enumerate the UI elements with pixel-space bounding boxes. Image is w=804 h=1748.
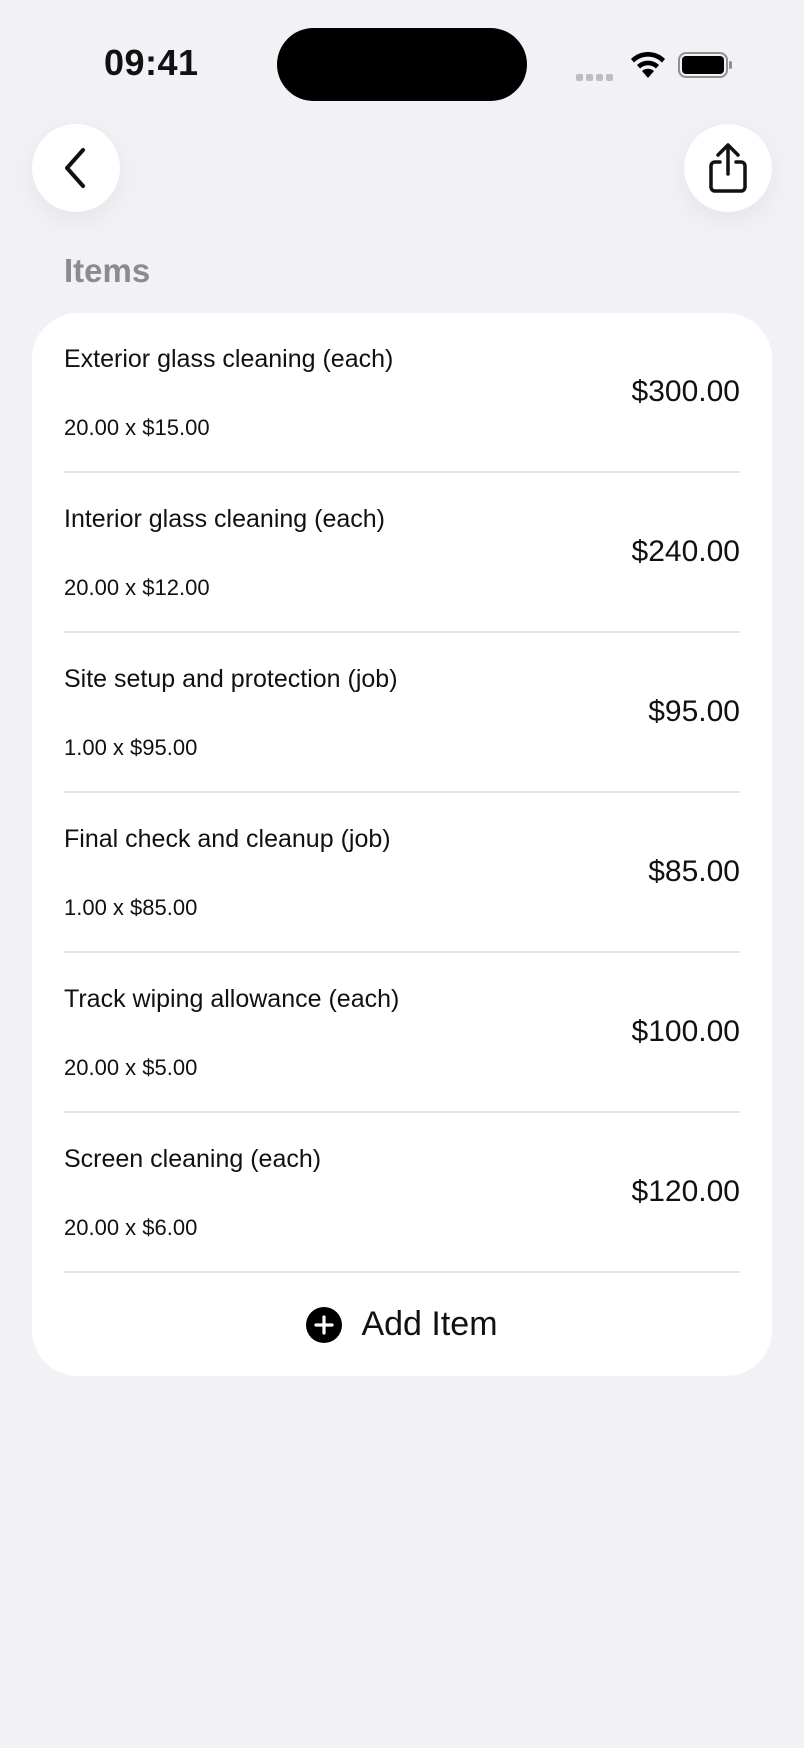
line-item-row[interactable]: Screen cleaning (each) 20.00 x $6.00 $12… bbox=[32, 1113, 772, 1273]
item-name: Site setup and protection (job) bbox=[64, 665, 398, 693]
plus-circle-icon bbox=[306, 1306, 343, 1343]
item-quantity-price: 1.00 x $85.00 bbox=[64, 895, 198, 920]
section-title: Items bbox=[64, 252, 151, 289]
item-name: Exterior glass cleaning (each) bbox=[64, 345, 394, 373]
item-quantity-price: 20.00 x $15.00 bbox=[64, 415, 210, 440]
add-item-button[interactable]: Add Item bbox=[32, 1273, 772, 1376]
items-card: Exterior glass cleaning (each) 20.00 x $… bbox=[32, 313, 772, 1376]
item-total: $240.00 bbox=[631, 535, 740, 568]
wifi-icon bbox=[628, 50, 668, 85]
item-quantity-price: 20.00 x $12.00 bbox=[64, 575, 210, 600]
line-item-row[interactable]: Final check and cleanup (job) 1.00 x $85… bbox=[32, 793, 772, 953]
item-quantity-price: 1.00 x $95.00 bbox=[64, 735, 198, 760]
item-total: $120.00 bbox=[631, 1175, 740, 1208]
cellular-signal-icon bbox=[576, 68, 616, 86]
add-item-label: Add Item bbox=[361, 1305, 498, 1343]
line-item-row[interactable]: Interior glass cleaning (each) 20.00 x $… bbox=[32, 473, 772, 633]
battery-icon bbox=[678, 50, 734, 85]
status-time: 09:41 bbox=[104, 42, 199, 83]
item-quantity-price: 20.00 x $5.00 bbox=[64, 1055, 198, 1080]
item-total: $100.00 bbox=[631, 1015, 740, 1048]
item-total: $85.00 bbox=[648, 855, 740, 888]
item-name: Track wiping allowance (each) bbox=[64, 985, 400, 1013]
item-name: Final check and cleanup (job) bbox=[64, 825, 391, 853]
share-icon bbox=[709, 143, 747, 193]
invoice-items-screen: 09:41 Items Exterior glass cleaning (eac… bbox=[0, 0, 804, 1748]
item-total: $95.00 bbox=[648, 695, 740, 728]
chevron-left-icon bbox=[65, 148, 85, 188]
item-quantity-price: 20.00 x $6.00 bbox=[64, 1215, 198, 1240]
item-total: $300.00 bbox=[631, 375, 740, 408]
share-button[interactable] bbox=[684, 124, 772, 212]
back-button[interactable] bbox=[32, 124, 120, 212]
line-item-row[interactable]: Track wiping allowance (each) 20.00 x $5… bbox=[32, 953, 772, 1113]
line-item-row[interactable]: Exterior glass cleaning (each) 20.00 x $… bbox=[32, 313, 772, 473]
line-item-row[interactable]: Site setup and protection (job) 1.00 x $… bbox=[32, 633, 772, 793]
item-name: Interior glass cleaning (each) bbox=[64, 505, 385, 533]
dynamic-island bbox=[277, 28, 527, 101]
item-name: Screen cleaning (each) bbox=[64, 1145, 322, 1173]
